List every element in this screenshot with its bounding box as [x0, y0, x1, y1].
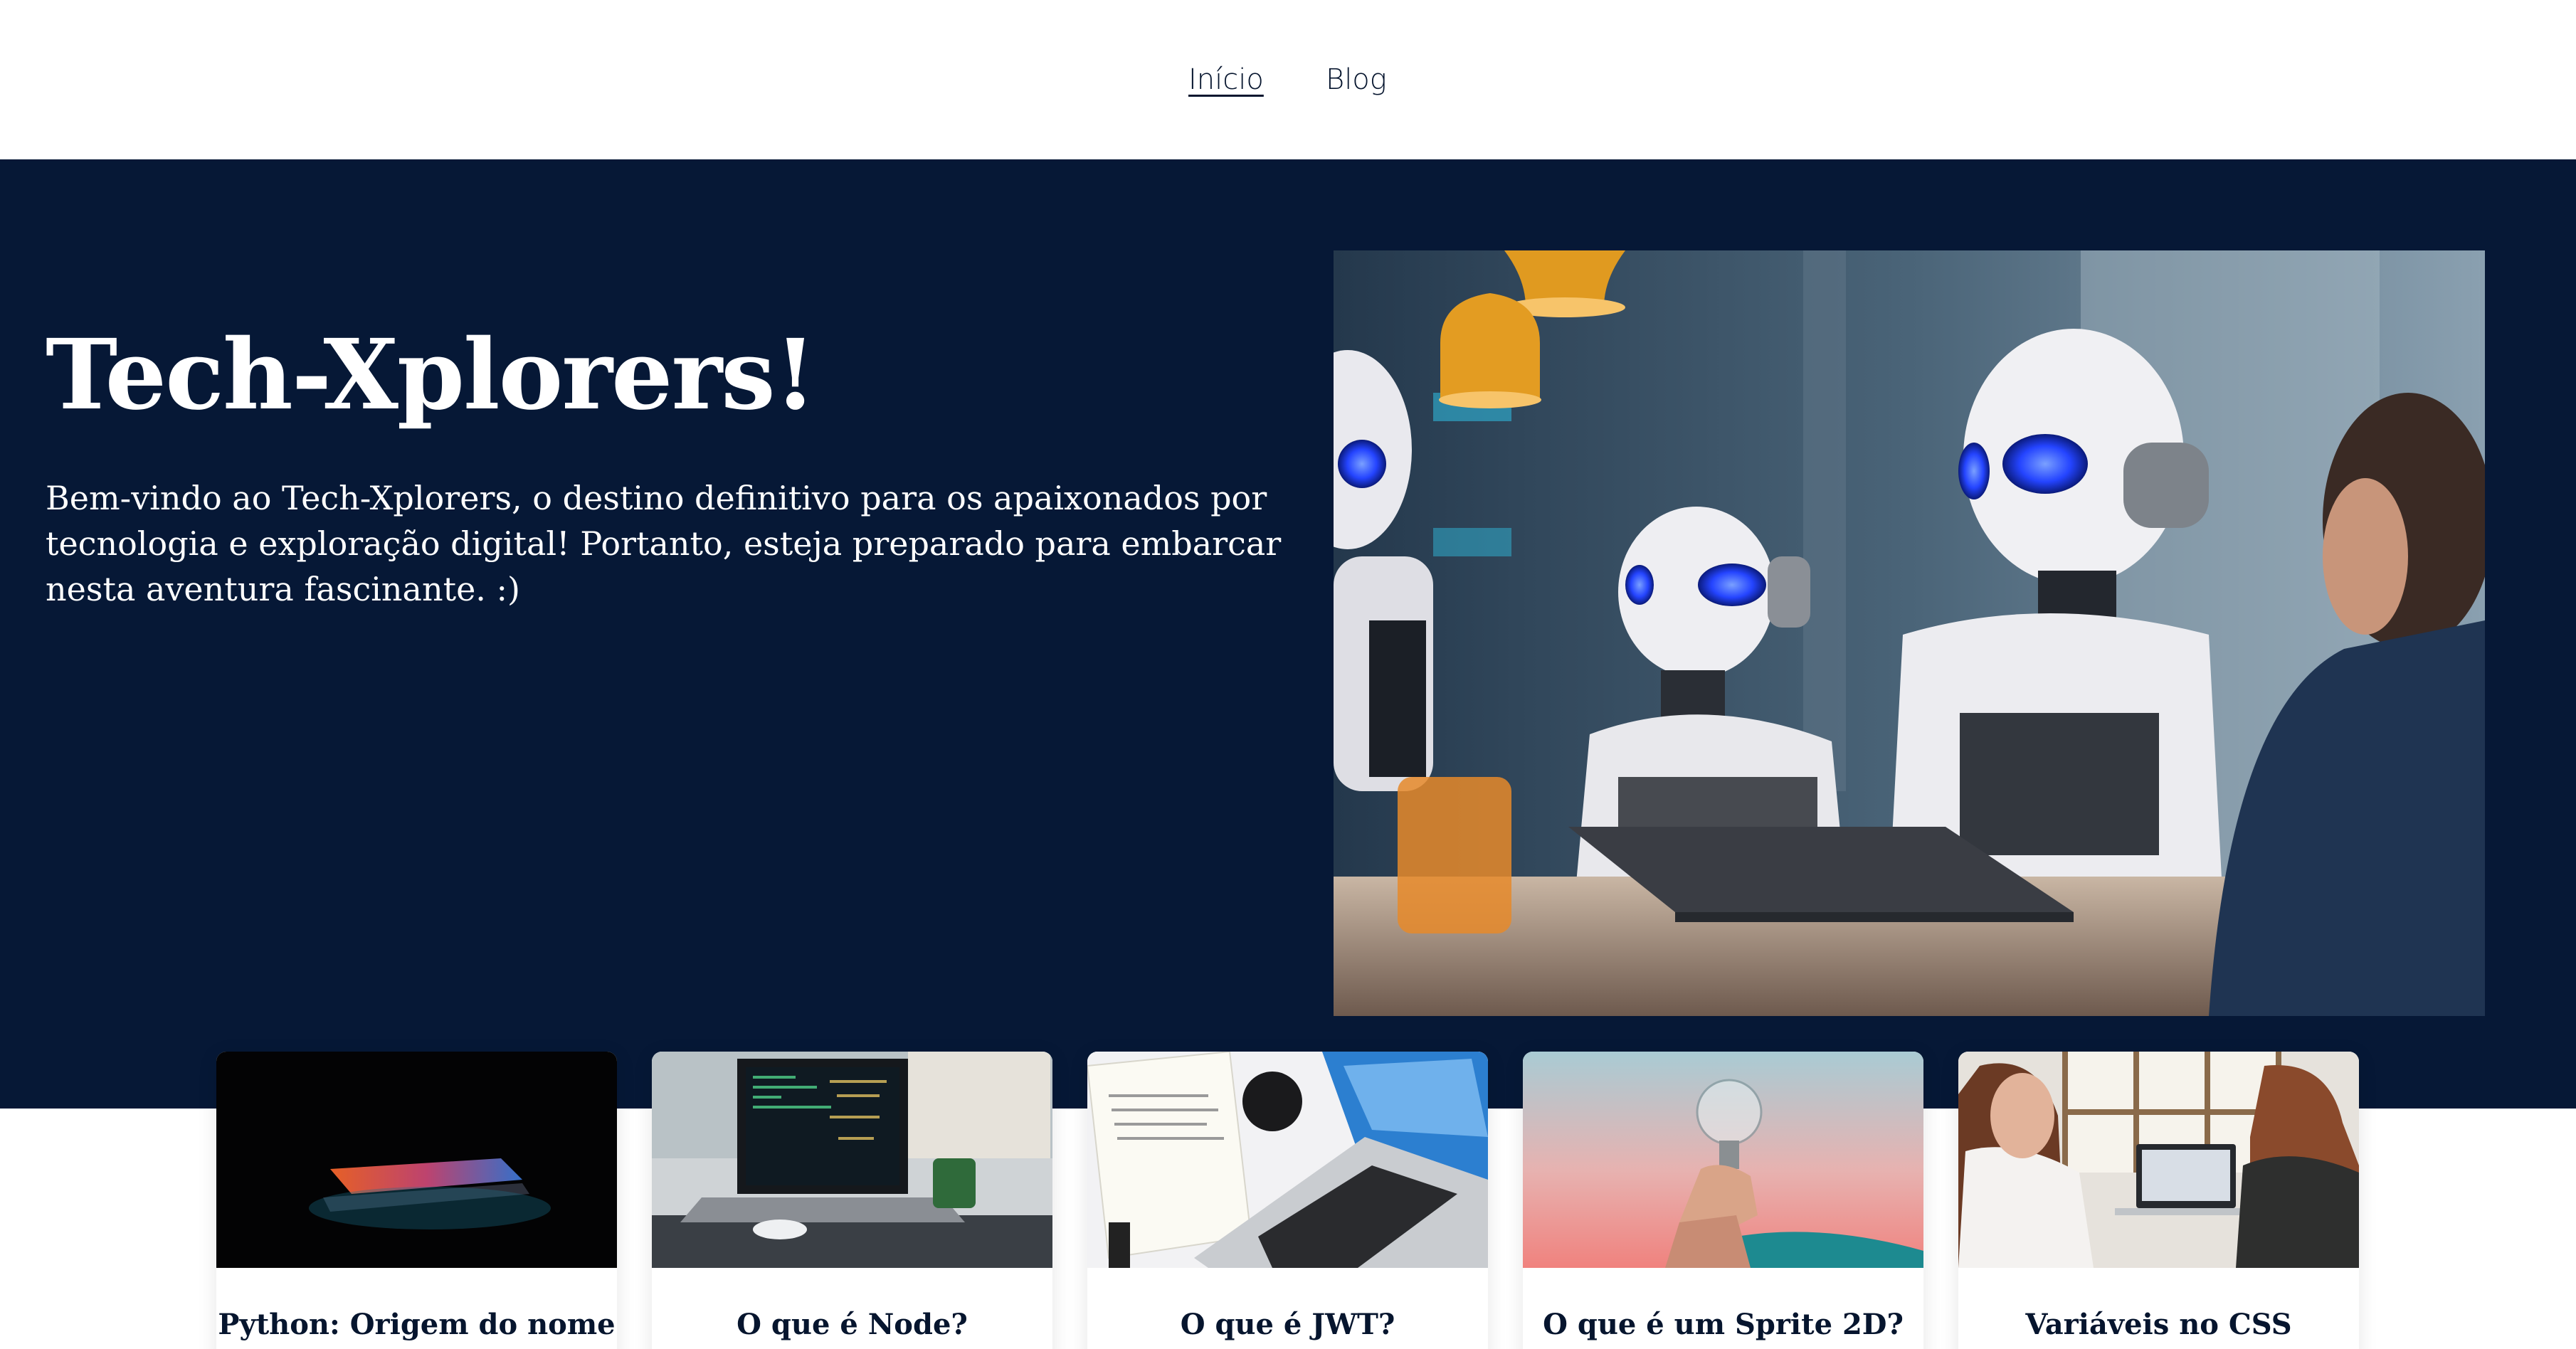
hero-description: Bem-vindo ao Tech-Xplorers, o destino de…: [46, 479, 1282, 608]
blog-cards: Python: Origem do nome O que é Node? O q…: [0, 1052, 2576, 1349]
top-navigation: Início Blog: [0, 0, 2576, 159]
laptop-glow-image: [216, 1052, 617, 1268]
blog-card-css[interactable]: Variáveis no CSS: [1958, 1052, 2359, 1349]
blog-card-python[interactable]: Python: Origem do nome: [216, 1052, 617, 1349]
people-computer-image: [1958, 1052, 2359, 1268]
nav-link-blog[interactable]: Blog: [1326, 60, 1387, 100]
blog-card-sprite[interactable]: O que é um Sprite 2D?: [1523, 1052, 1923, 1349]
blog-card-title: O que é Node?: [737, 1308, 968, 1341]
blog-card-title: Python: Origem do nome: [218, 1308, 616, 1341]
lightbulb-image: [1523, 1052, 1923, 1268]
hero-section: Tech-Xplorers! Bem-vindo ao Tech-Xplorer…: [0, 159, 2576, 1109]
hero-robots-image: [1334, 250, 2485, 1016]
blog-card-jwt[interactable]: O que é JWT?: [1087, 1052, 1488, 1349]
laptop-code-image: [652, 1052, 1052, 1268]
blog-card-title: O que é JWT?: [1180, 1308, 1395, 1341]
hero-title: Tech-Xplorers!: [46, 318, 816, 432]
nav-link-inicio[interactable]: Início: [1188, 60, 1264, 100]
blog-card-title: Variáveis no CSS: [2025, 1308, 2292, 1341]
blog-card-title: O que é um Sprite 2D?: [1543, 1308, 1904, 1341]
desk-laptop-image: [1087, 1052, 1488, 1268]
blog-card-node[interactable]: O que é Node?: [652, 1052, 1052, 1349]
